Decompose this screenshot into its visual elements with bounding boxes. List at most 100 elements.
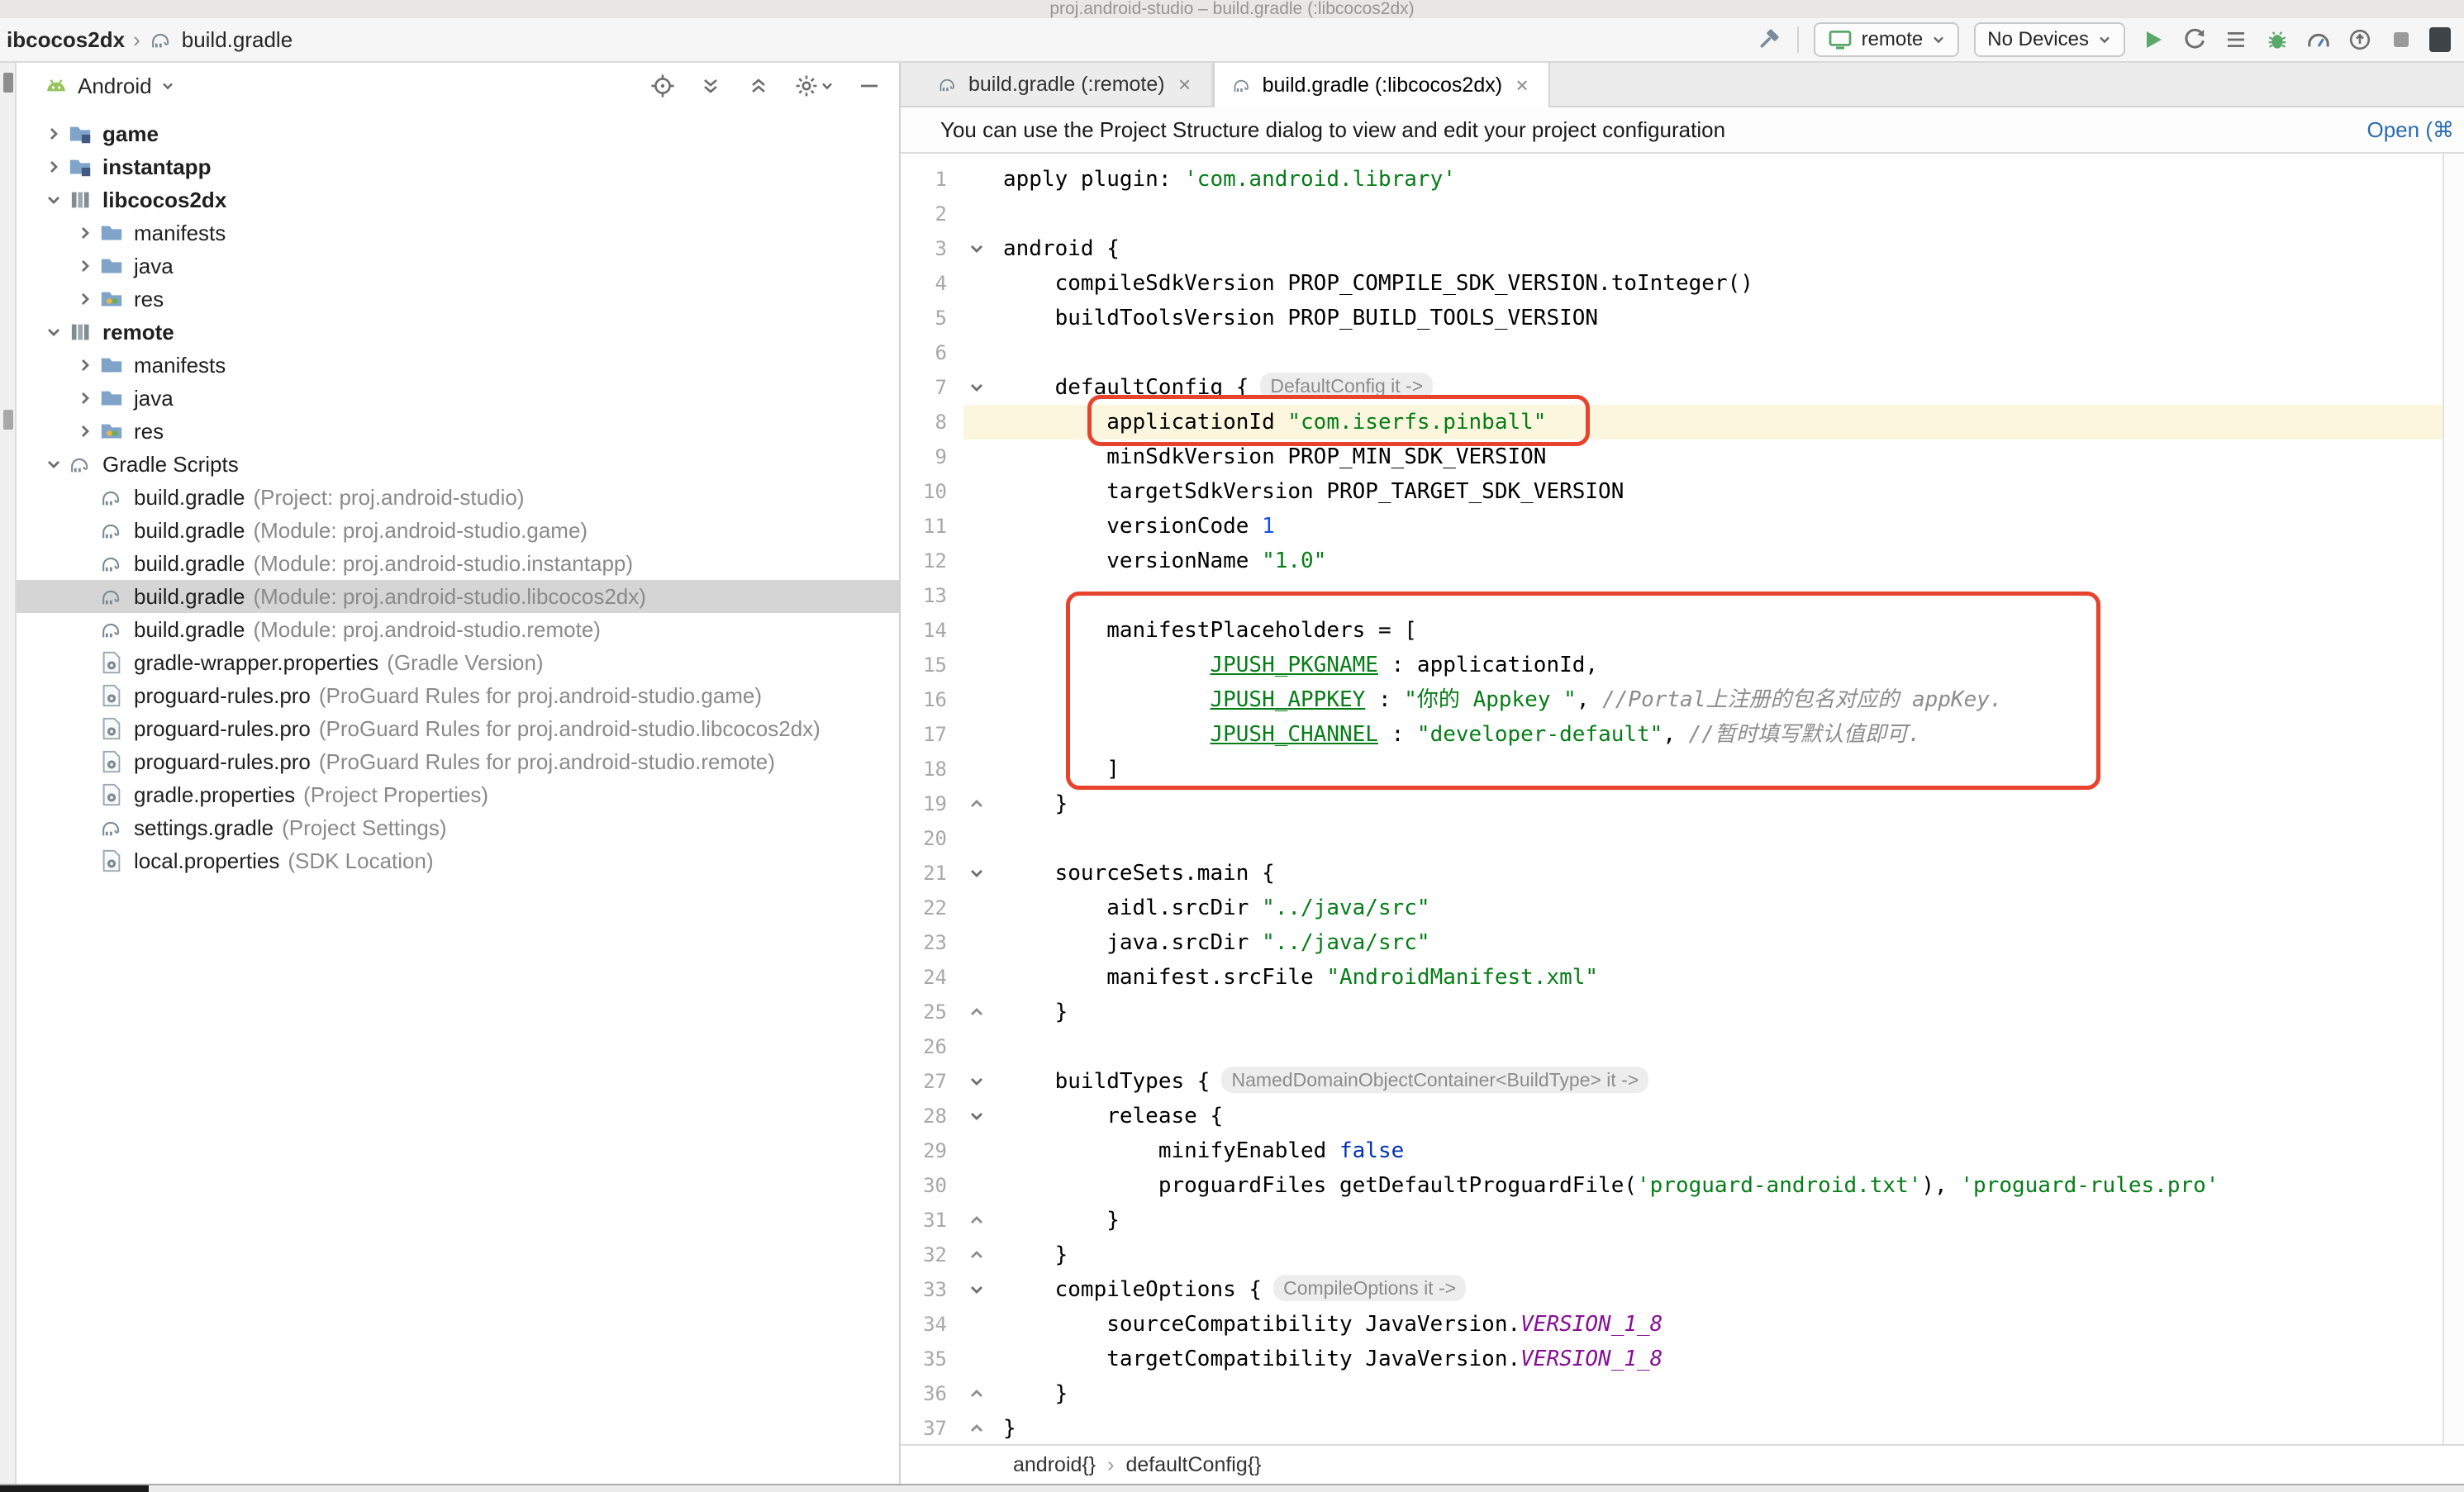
breadcrumb-defaultconfig[interactable]: defaultConfig{} xyxy=(1125,1453,1261,1477)
tree-item[interactable]: build.gradle (Module: proj.android-studio… xyxy=(17,514,899,547)
fold-open-icon[interactable] xyxy=(963,1099,990,1133)
code-line[interactable]: 2 xyxy=(901,197,2443,231)
chevron-right-icon[interactable] xyxy=(71,291,99,307)
code-line[interactable]: 37} xyxy=(901,1411,2443,1444)
breadcrumb-module[interactable]: ibcocos2dx xyxy=(7,27,125,53)
code-line[interactable]: 26 xyxy=(901,1029,2443,1064)
tree-item[interactable]: libcocos2dx xyxy=(17,183,899,216)
code-line[interactable]: 7 defaultConfig {DefaultConfig it -> xyxy=(901,370,2443,405)
chevron-right-icon[interactable] xyxy=(71,258,99,274)
tree-item[interactable]: Gradle Scripts xyxy=(17,448,899,481)
tree-item[interactable]: remote xyxy=(17,316,899,349)
code-line[interactable]: 10 targetSdkVersion PROP_TARGET_SDK_VERS… xyxy=(901,474,2443,509)
line-number[interactable]: 28 xyxy=(901,1099,963,1133)
code-line[interactable]: 31 } xyxy=(901,1203,2443,1238)
line-number[interactable]: 25 xyxy=(901,995,963,1029)
tree-item[interactable]: proguard-rules.pro (ProGuard Rules for pr… xyxy=(17,712,899,745)
fold-open-icon[interactable] xyxy=(963,1064,990,1099)
line-number[interactable]: 33 xyxy=(901,1272,963,1307)
code-line[interactable]: 30 proguardFiles getDefaultProguardFile(… xyxy=(901,1168,2443,1203)
code-line[interactable]: 20 xyxy=(901,821,2443,856)
code-line[interactable]: 29 minifyEnabled false xyxy=(901,1133,2443,1168)
tree-item[interactable]: build.gradle (Module: proj.android-studio… xyxy=(17,547,899,580)
line-number[interactable]: 37 xyxy=(901,1411,963,1444)
run-with-coverage-button[interactable] xyxy=(2223,26,2249,53)
code-line[interactable]: 35 targetCompatibility JavaVersion.VERSI… xyxy=(901,1342,2443,1376)
code-line[interactable]: 21 sourceSets.main { xyxy=(901,856,2443,891)
tree-item[interactable]: res xyxy=(17,415,899,448)
run-configuration-select[interactable]: remote xyxy=(1813,22,1960,57)
code-line[interactable]: 8 applicationId "com.iserfs.pinball" xyxy=(901,405,2443,440)
tree-item[interactable]: settings.gradle (Project Settings) xyxy=(17,811,899,844)
tree-item[interactable]: manifests xyxy=(17,349,899,382)
tool-window-stub-icon[interactable] xyxy=(3,73,13,93)
debug-button[interactable] xyxy=(2264,26,2290,53)
collapse-all-button[interactable] xyxy=(745,73,772,99)
line-number[interactable]: 13 xyxy=(901,578,963,613)
chevron-right-icon[interactable] xyxy=(71,225,99,241)
line-number[interactable]: 24 xyxy=(901,960,963,995)
line-number[interactable]: 2 xyxy=(901,197,963,231)
expand-all-button[interactable] xyxy=(697,73,724,99)
tree-item[interactable]: res xyxy=(17,283,899,316)
tree-item[interactable]: build.gradle (Module: proj.android-studio… xyxy=(17,613,899,646)
tab-build-gradle-remote[interactable]: build.gradle (:remote) xyxy=(920,63,1213,106)
line-number[interactable]: 6 xyxy=(901,335,963,370)
fold-close-icon[interactable] xyxy=(963,995,990,1029)
hide-panel-button[interactable] xyxy=(856,73,882,99)
line-number[interactable]: 27 xyxy=(901,1064,963,1099)
line-number[interactable]: 35 xyxy=(901,1342,963,1376)
line-number[interactable]: 9 xyxy=(901,440,963,474)
chevron-right-icon[interactable] xyxy=(40,159,68,175)
tree-item[interactable]: proguard-rules.pro (ProGuard Rules for pr… xyxy=(17,745,899,778)
code-line[interactable]: 33 compileOptions {CompileOptions it -> xyxy=(901,1272,2443,1307)
line-number[interactable]: 10 xyxy=(901,474,963,509)
code-line[interactable]: 16 JPUSH_APPKEY : "你的 Appkey ", //Portal… xyxy=(901,682,2443,717)
line-number[interactable]: 23 xyxy=(901,925,963,960)
line-number[interactable]: 4 xyxy=(901,266,963,301)
line-number[interactable]: 1 xyxy=(901,162,963,197)
chevron-down-icon[interactable] xyxy=(40,324,68,340)
line-number[interactable]: 22 xyxy=(901,891,963,925)
chevron-right-icon[interactable] xyxy=(71,390,99,406)
tool-window-stub2-icon[interactable] xyxy=(3,410,13,430)
line-number[interactable]: 20 xyxy=(901,821,963,856)
code-line[interactable]: 13 xyxy=(901,578,2443,613)
line-number[interactable]: 12 xyxy=(901,544,963,578)
attach-debugger-button[interactable] xyxy=(2347,26,2373,53)
tree-item[interactable]: game xyxy=(17,117,899,150)
line-number[interactable]: 21 xyxy=(901,856,963,891)
code-line[interactable]: 19 } xyxy=(901,786,2443,821)
code-line[interactable]: 36 } xyxy=(901,1376,2443,1411)
line-number[interactable]: 16 xyxy=(901,682,963,717)
chevron-down-icon[interactable] xyxy=(40,456,68,473)
device-select[interactable]: No Devices xyxy=(1974,22,2125,57)
fold-close-icon[interactable] xyxy=(963,1411,990,1444)
tree-item[interactable]: gradle-wrapper.properties (Gradle Version… xyxy=(17,646,899,679)
code-line[interactable]: 1 apply plugin: 'com.android.library' xyxy=(901,162,2443,197)
fold-close-icon[interactable] xyxy=(963,1203,990,1238)
tree-item[interactable]: manifests xyxy=(17,216,899,249)
chevron-down-icon[interactable] xyxy=(40,192,68,208)
code-line[interactable]: 23 java.srcDir "../java/src" xyxy=(901,925,2443,960)
apply-changes-button[interactable] xyxy=(2181,26,2208,53)
line-number[interactable]: 15 xyxy=(901,648,963,682)
code-line[interactable]: 15 JPUSH_PKGNAME : applicationId, xyxy=(901,648,2443,682)
line-number[interactable]: 30 xyxy=(901,1168,963,1203)
run-button[interactable] xyxy=(2140,26,2167,53)
toolbar-extra-button[interactable] xyxy=(2429,27,2451,52)
line-number[interactable]: 11 xyxy=(901,509,963,544)
tree-item[interactable]: java xyxy=(17,249,899,283)
line-number[interactable]: 14 xyxy=(901,613,963,648)
close-tab-icon[interactable] xyxy=(1512,75,1532,95)
code-line[interactable]: 4 compileSdkVersion PROP_COMPILE_SDK_VER… xyxy=(901,266,2443,301)
chevron-right-icon[interactable] xyxy=(71,357,99,373)
code-line[interactable]: 12 versionName "1.0" xyxy=(901,544,2443,578)
code-line[interactable]: 32 } xyxy=(901,1238,2443,1272)
stop-button[interactable] xyxy=(2388,26,2414,53)
fold-close-icon[interactable] xyxy=(963,1238,990,1272)
line-number[interactable]: 29 xyxy=(901,1133,963,1168)
fold-open-icon[interactable] xyxy=(963,370,990,405)
line-number[interactable]: 34 xyxy=(901,1307,963,1342)
code-line[interactable]: 24 manifest.srcFile "AndroidManifest.xml… xyxy=(901,960,2443,995)
